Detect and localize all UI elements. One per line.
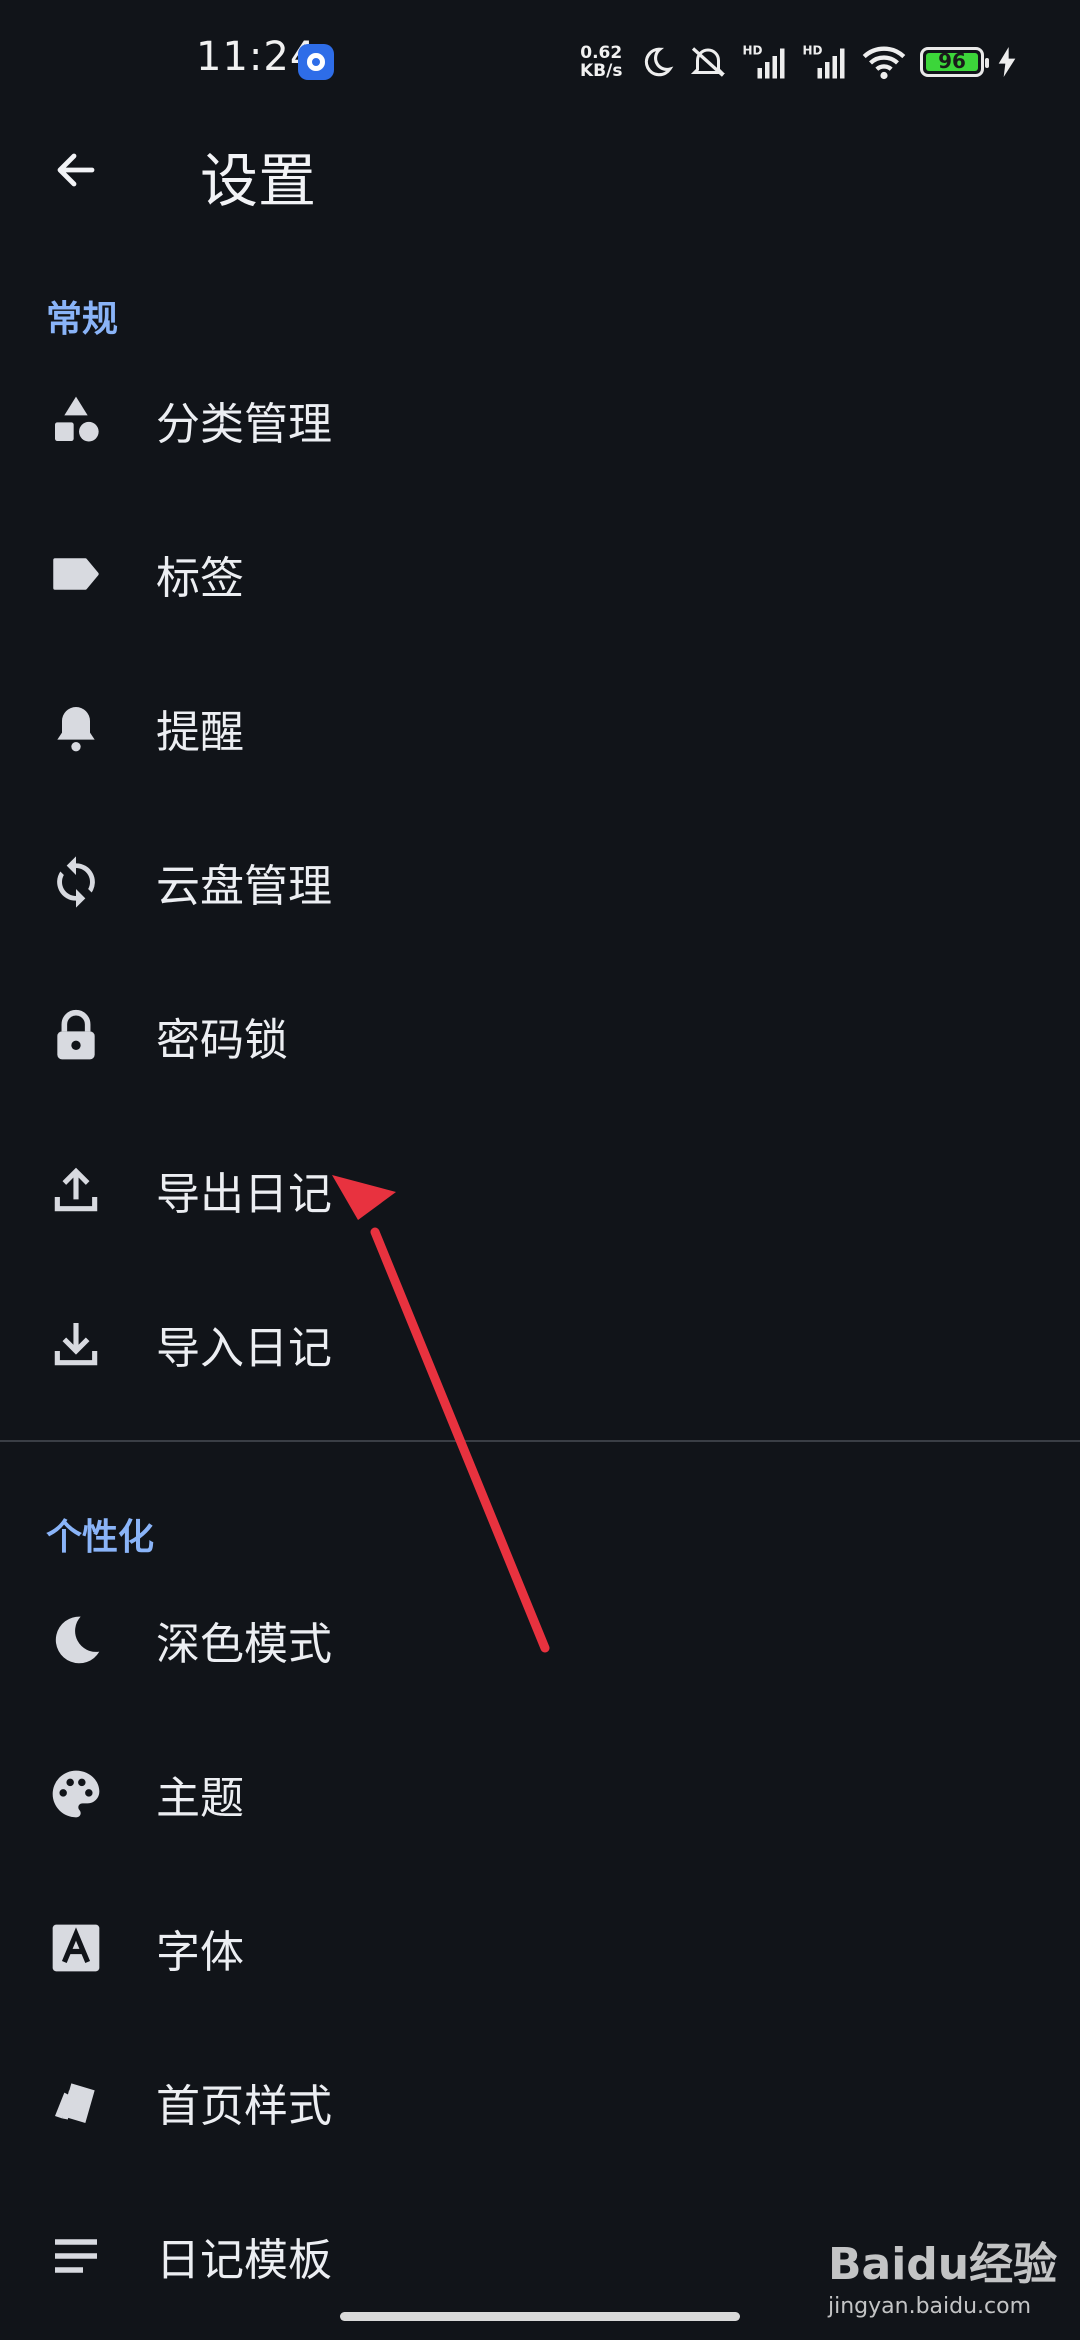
baidu-watermark: Baidu经验 jingyan.baidu.com — [828, 2239, 1058, 2319]
gesture-nav-bar[interactable] — [340, 2312, 740, 2321]
annotation-arrow — [332, 1175, 550, 1653]
